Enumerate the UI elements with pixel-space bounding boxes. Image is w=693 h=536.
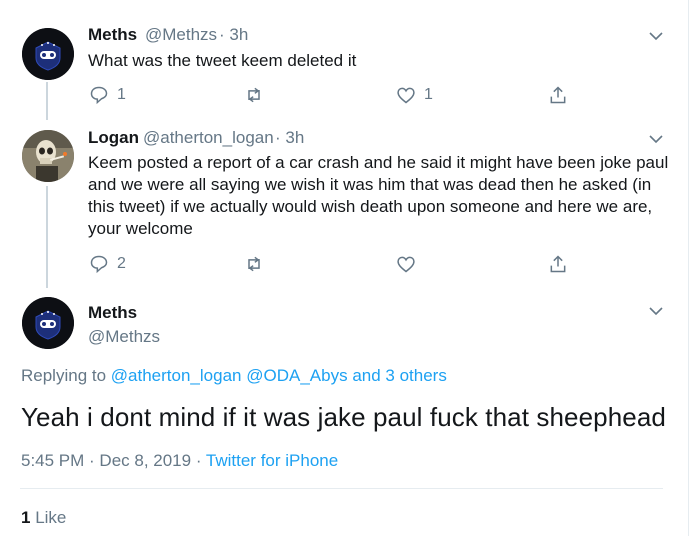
- tweet-text-line: your welcome: [88, 219, 193, 238]
- share-button[interactable]: [548, 254, 568, 274]
- mention-link[interactable]: @ODA_Abys: [246, 366, 347, 385]
- like-stats[interactable]: 1 Like: [21, 508, 66, 528]
- tweet-time[interactable]: · 3h: [219, 25, 248, 45]
- avatar[interactable]: [22, 297, 74, 349]
- retweet-icon: [248, 256, 260, 272]
- logan-avatar-icon: [22, 130, 74, 182]
- like-button[interactable]: [396, 254, 416, 274]
- like-stat-count: 1: [21, 508, 31, 527]
- tweet-meta: 5:45 PM · Dec 8, 2019 · Twitter for iPho…: [21, 451, 338, 471]
- avatar[interactable]: [22, 28, 74, 80]
- reply-icon: [90, 255, 108, 274]
- replying-to-label: Replying to: [21, 366, 107, 385]
- author-handle[interactable]: @Methzs: [88, 327, 160, 347]
- chevron-down-icon[interactable]: [648, 303, 664, 319]
- mention-link[interactable]: @atherton_logan: [111, 366, 242, 385]
- main-tweet-text: Yeah i dont mind if it was jake paul fuc…: [21, 402, 666, 432]
- like-icon: [397, 256, 415, 273]
- tweet-text: Keem posted a report of a car crash and …: [88, 152, 668, 240]
- like-icon: [397, 87, 415, 104]
- reply-icon: [90, 86, 108, 105]
- tweet-text-line: this tweet) if we actually would wish de…: [88, 197, 653, 216]
- reply-count: 2: [117, 255, 126, 272]
- share-icon: [550, 255, 566, 273]
- author-name[interactable]: Logan: [88, 128, 139, 148]
- like-count: 1: [424, 86, 433, 103]
- thread-line: [46, 186, 48, 288]
- divider: [20, 488, 663, 489]
- author-handle[interactable]: @atherton_logan: [143, 128, 274, 148]
- reply-count: 1: [117, 86, 126, 103]
- avatar[interactable]: [22, 130, 74, 182]
- reply-button[interactable]: 1: [89, 85, 126, 105]
- author-handle[interactable]: @Methzs: [145, 25, 217, 45]
- meths-avatar-icon: [22, 297, 74, 349]
- author-name[interactable]: Meths: [88, 303, 137, 323]
- chevron-down-icon[interactable]: [648, 131, 664, 147]
- tweet-thread: Meths @Methzs · 3h What was the tweet ke…: [0, 0, 689, 536]
- tweet-text-line: and we were all saying we wish it was hi…: [88, 175, 652, 194]
- chevron-down-icon[interactable]: [648, 28, 664, 44]
- like-stat-label: Like: [35, 508, 67, 527]
- retweet-button[interactable]: [244, 254, 264, 274]
- tweet-text: What was the tweet keem deleted it: [88, 51, 357, 70]
- tweet-source[interactable]: Twitter for iPhone: [206, 451, 338, 470]
- author-name[interactable]: Meths: [88, 25, 137, 45]
- meths-avatar-icon: [22, 28, 74, 80]
- tweet-time[interactable]: · 3h: [275, 128, 304, 148]
- replying-to: Replying to @atherton_logan @ODA_Abys an…: [21, 366, 447, 386]
- share-button[interactable]: [548, 85, 568, 105]
- reply-button[interactable]: 2: [89, 254, 126, 274]
- retweet-button[interactable]: [244, 85, 264, 105]
- tweet-text-line: Keem posted a report of a car crash and …: [88, 153, 669, 172]
- thread-line: [46, 82, 48, 120]
- tweet-timestamp[interactable]: 5:45 PM · Dec 8, 2019 ·: [21, 451, 201, 470]
- retweet-icon: [248, 87, 260, 103]
- share-icon: [550, 86, 566, 104]
- like-button[interactable]: 1: [396, 85, 433, 105]
- others-link[interactable]: and 3 others: [352, 366, 447, 385]
